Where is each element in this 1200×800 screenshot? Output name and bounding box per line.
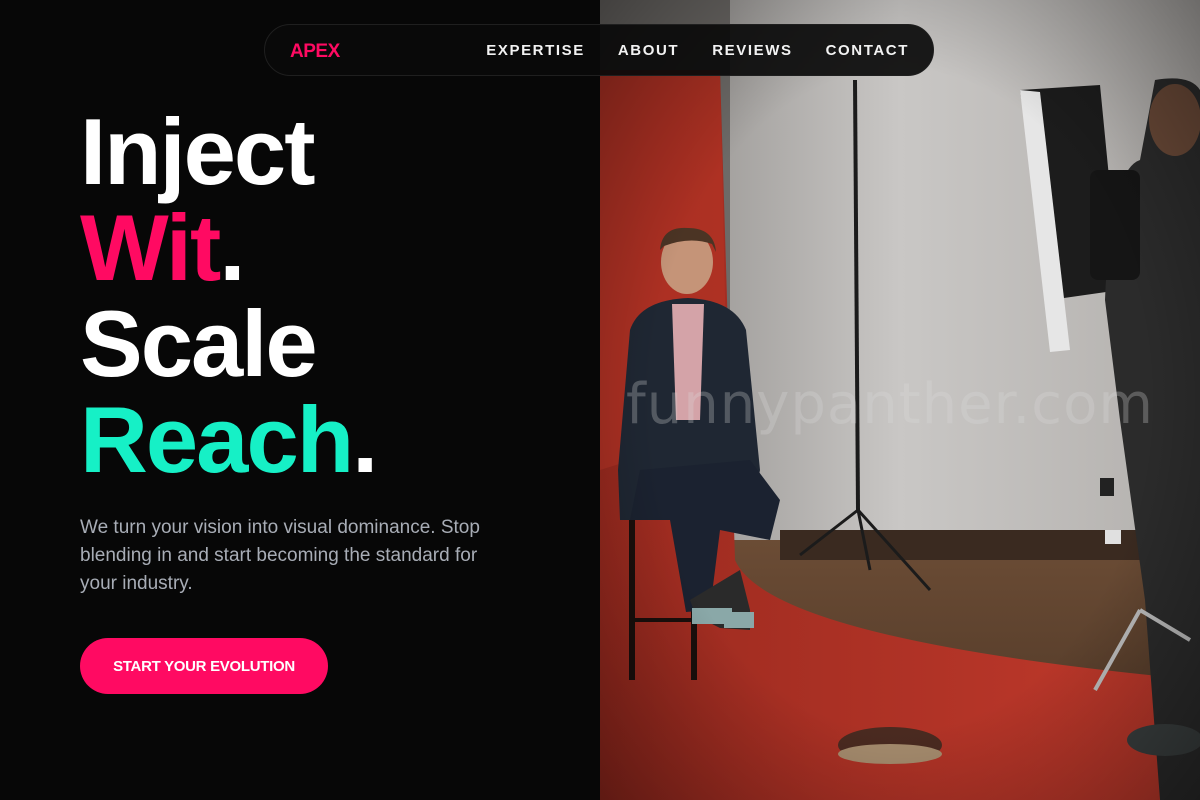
headline-accent-wit: Wit — [80, 195, 221, 300]
headline-accent-reach: Reach — [80, 387, 354, 492]
headline-line-4: Reach. — [80, 392, 378, 488]
nav-link-expertise[interactable]: EXPERTISE — [486, 42, 585, 59]
nav-link-contact[interactable]: CONTACT — [826, 42, 909, 59]
headline-line-3: Scale — [80, 291, 318, 396]
hero-headline: Inject Wit. Scale Reach. — [80, 99, 378, 488]
nav-links: EXPERTISE ABOUT REVIEWS CONTACT — [486, 25, 909, 75]
start-evolution-button[interactable]: START YOUR EVOLUTION — [80, 638, 328, 694]
hero-text-panel: Inject Wit. Scale Reach. We turn your vi… — [0, 0, 600, 800]
headline-period: . — [352, 387, 378, 492]
apex-logo[interactable]: APEX — [290, 41, 340, 63]
headline-line-1: Inject — [80, 99, 316, 204]
top-nav: APEX EXPERTISE ABOUT REVIEWS CONTACT — [264, 24, 934, 76]
nav-link-about[interactable]: ABOUT — [618, 42, 679, 59]
nav-link-reviews[interactable]: REVIEWS — [712, 42, 792, 59]
hero-subtext: We turn your vision into visual dominanc… — [80, 517, 480, 594]
hero-photo — [600, 0, 1200, 800]
headline-line-2: Wit. — [80, 200, 376, 296]
headline-period: . — [219, 195, 245, 300]
